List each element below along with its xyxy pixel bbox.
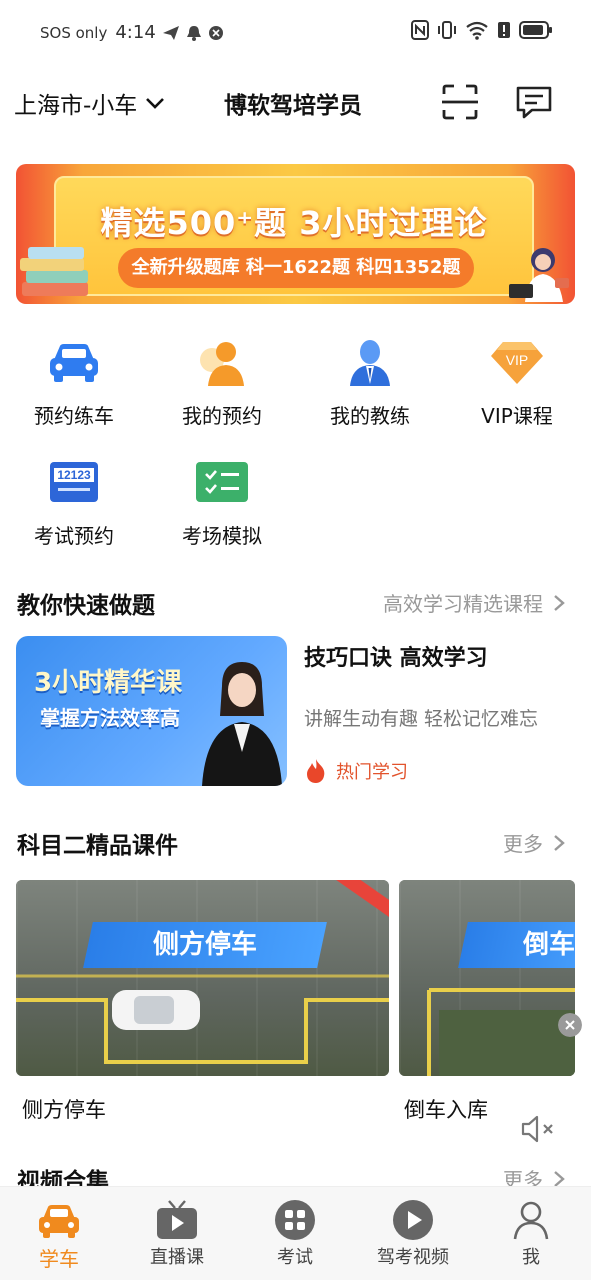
nfc-icon — [411, 20, 429, 40]
status-right — [411, 20, 553, 40]
coach-icon — [350, 340, 390, 386]
chevron-right-icon — [554, 834, 565, 851]
carrier-text: SOS only — [40, 23, 108, 42]
city-selector[interactable]: 上海市-小车 — [14, 86, 165, 120]
menu-label: 考试预约 — [34, 524, 114, 548]
video-card-reverse-parking[interactable]: 倒车 — [399, 880, 575, 1076]
battery-icon — [519, 21, 552, 39]
menu-exam-simulation[interactable]: 考场模拟 — [148, 454, 296, 564]
bottom-tab-bar: 学车 直播课 考试 驾考视频 我 — [0, 1186, 591, 1280]
parking-lines — [427, 988, 575, 1076]
hot-tag-label: 热门学习 — [336, 762, 408, 783]
video-ribbon: 侧方停车 — [83, 922, 327, 968]
course-title[interactable]: 技巧口诀 高效学习 — [304, 640, 488, 672]
car-icon — [39, 1205, 79, 1238]
person-icon — [200, 342, 244, 386]
menu-exam-booking[interactable]: 12123 考试预约 — [0, 454, 148, 564]
tab-live-course[interactable]: 直播课 — [118, 1187, 236, 1280]
course-thumbnail[interactable]: 3小时精华课 掌握方法效率高 — [16, 636, 287, 786]
chevron-right-icon — [554, 594, 565, 611]
more-label: 更多 — [503, 832, 543, 856]
instructor-photo — [202, 662, 282, 786]
menu-label: 我的教练 — [330, 404, 410, 428]
send-icon — [162, 25, 179, 40]
bell-icon — [186, 25, 201, 41]
vibrate-icon — [438, 21, 456, 39]
menu-my-coach[interactable]: 我的教练 — [296, 334, 444, 444]
banner-headline: 精选500⁺题 3小时过理论 — [100, 204, 488, 242]
video-ribbon: 倒车 — [458, 922, 575, 968]
chevron-right-icon — [554, 1170, 565, 1187]
mute-icon[interactable] — [520, 1114, 558, 1144]
tab-label: 学车 — [39, 1247, 79, 1271]
top-header: 上海市-小车 博软驾培学员 — [0, 70, 591, 134]
alert-icon — [498, 22, 510, 38]
car-icon — [50, 344, 98, 382]
page-title: 博软驾培学员 — [224, 93, 362, 119]
student-illustration — [509, 248, 569, 302]
user-icon — [513, 1201, 549, 1240]
more-label: 高效学习精选课程 — [383, 592, 543, 616]
close-icon[interactable] — [558, 1013, 582, 1037]
hot-tag: 热门学习 — [304, 758, 408, 784]
video-label-side-parking[interactable]: 侧方停车 — [22, 1094, 106, 1124]
course-description: 讲解生动有趣 轻松记忆难忘 — [304, 708, 539, 730]
tab-label: 直播课 — [150, 1247, 204, 1268]
tab-label: 我 — [522, 1247, 540, 1268]
checklist-icon — [196, 462, 248, 502]
tab-exam[interactable]: 考试 — [236, 1187, 354, 1280]
thumb-line1: 3小时精华课 — [34, 668, 183, 698]
play-icon — [393, 1200, 433, 1240]
svg-text:12123: 12123 — [57, 468, 91, 482]
menu-my-booking[interactable]: 我的预约 — [148, 334, 296, 444]
promo-banner[interactable]: 精选500⁺题 3小时过理论 全新升级题库 科一1622题 科四1352题 — [16, 164, 575, 304]
video-label-reverse-parking[interactable]: 倒车入库 — [404, 1094, 488, 1124]
menu-book-practice[interactable]: 预约练车 — [0, 334, 148, 444]
more-link-subject2[interactable]: 更多 — [503, 828, 565, 857]
tab-label: 驾考视频 — [377, 1247, 449, 1268]
chevron-down-icon — [146, 98, 165, 109]
banner-subline: 全新升级题库 科一1622题 科四1352题 — [118, 248, 474, 288]
clock: 4:14 — [115, 22, 156, 43]
menu-label: 考场模拟 — [182, 524, 262, 548]
shield-icon — [208, 25, 223, 40]
thumb-line2: 掌握方法效率高 — [40, 706, 180, 730]
grid-icon — [275, 1200, 315, 1240]
parking-lines — [16, 974, 389, 1064]
tab-me[interactable]: 我 — [472, 1187, 590, 1280]
flame-icon — [307, 759, 325, 783]
tab-exam-video[interactable]: 驾考视频 — [354, 1187, 472, 1280]
status-left: SOS only 4:14 — [40, 22, 224, 43]
more-link-quick[interactable]: 高效学习精选课程 — [383, 588, 565, 617]
svg-text:VIP: VIP — [506, 352, 529, 368]
tab-label: 考试 — [277, 1247, 313, 1268]
wifi-icon — [466, 21, 488, 40]
status-bar: SOS only 4:14 — [0, 0, 591, 66]
menu-label: VIP课程 — [481, 404, 553, 428]
section-title-subject2: 科目二精品课件 — [17, 833, 178, 859]
tv-play-icon — [157, 1200, 197, 1239]
12123-icon: 12123 — [50, 462, 98, 502]
tab-learn-driving[interactable]: 学车 — [0, 1187, 118, 1280]
books-illustration — [20, 247, 88, 296]
message-icon[interactable] — [514, 82, 554, 122]
menu-label: 我的预约 — [182, 404, 262, 428]
city-label: 上海市-小车 — [14, 93, 138, 119]
vip-diamond-icon: VIP — [491, 342, 543, 384]
video-card-side-parking[interactable]: 侧方停车 — [16, 880, 389, 1076]
section-title-quick: 教你快速做题 — [17, 593, 155, 619]
menu-label: 预约练车 — [34, 404, 114, 428]
menu-vip-course[interactable]: VIP VIP课程 — [443, 334, 591, 444]
scan-icon[interactable] — [440, 82, 480, 122]
